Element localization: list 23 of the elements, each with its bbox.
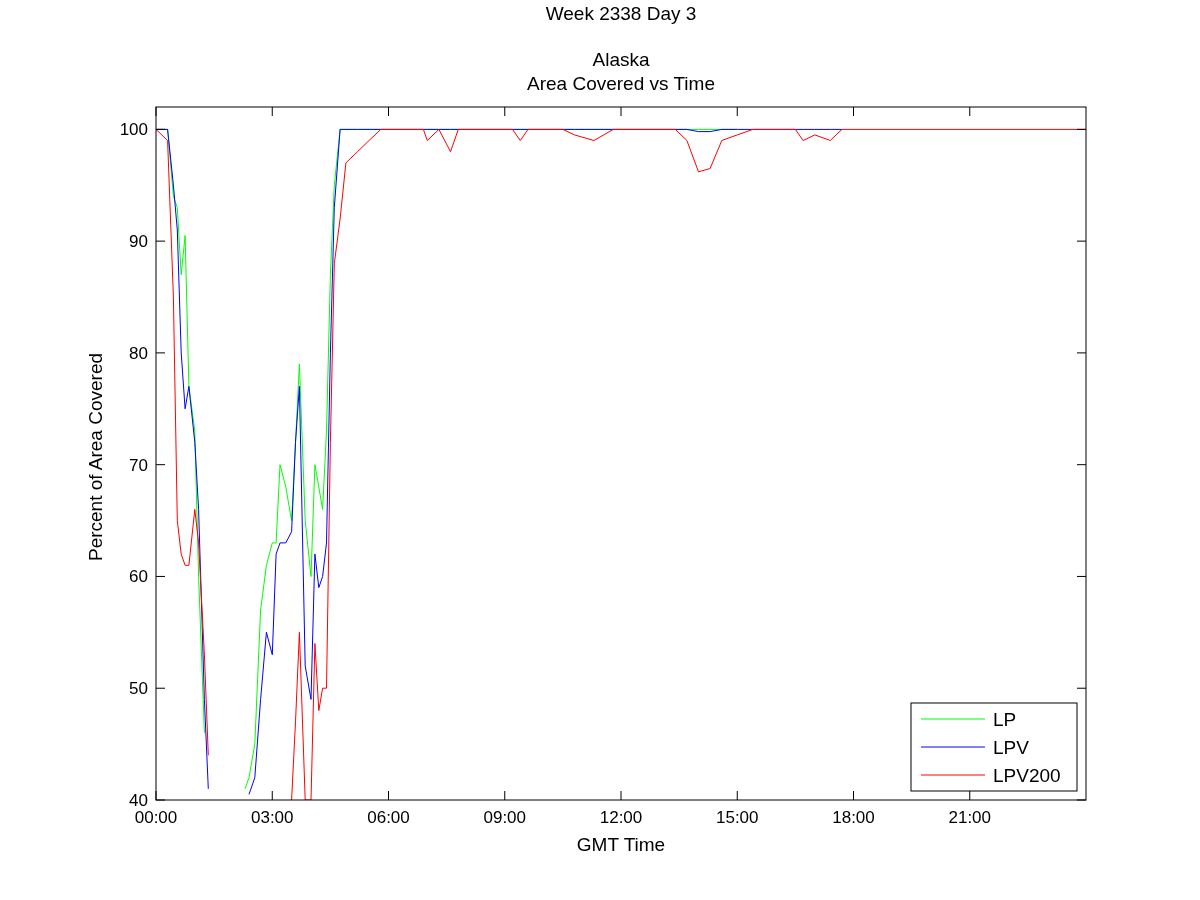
legend-label: LPV bbox=[993, 737, 1029, 758]
y-tick-label: 70 bbox=[129, 455, 148, 475]
x-tick-label: 18:00 bbox=[832, 808, 875, 827]
x-axis-label: GMT Time bbox=[576, 834, 666, 855]
y-tick-label: 100 bbox=[119, 120, 148, 140]
chart-title: Area Covered vs Time bbox=[527, 73, 715, 94]
x-tick-label: 15:00 bbox=[716, 808, 759, 827]
y-axis-label: Percent of Area Covered bbox=[85, 352, 106, 562]
figure-heading: Week 2338 Day 3 bbox=[545, 3, 697, 24]
y-tick-label: 60 bbox=[129, 567, 148, 587]
y-tick-label: 80 bbox=[129, 343, 148, 363]
x-tick-label: 00:00 bbox=[134, 808, 178, 827]
x-tick-label: 06:00 bbox=[367, 808, 410, 827]
x-tick-label: 12:00 bbox=[599, 808, 643, 827]
x-tick-label: 03:00 bbox=[251, 808, 294, 827]
legend-label: LP bbox=[993, 709, 1017, 730]
chart-region: Alaska bbox=[592, 49, 650, 70]
legend-label: LPV200 bbox=[993, 765, 1061, 786]
x-tick-label: 09:00 bbox=[483, 808, 526, 827]
x-tick-label: 21:00 bbox=[948, 808, 991, 827]
y-tick-label: 50 bbox=[129, 679, 148, 699]
y-tick-label: 40 bbox=[129, 791, 148, 810]
y-tick-label: 90 bbox=[129, 232, 148, 252]
